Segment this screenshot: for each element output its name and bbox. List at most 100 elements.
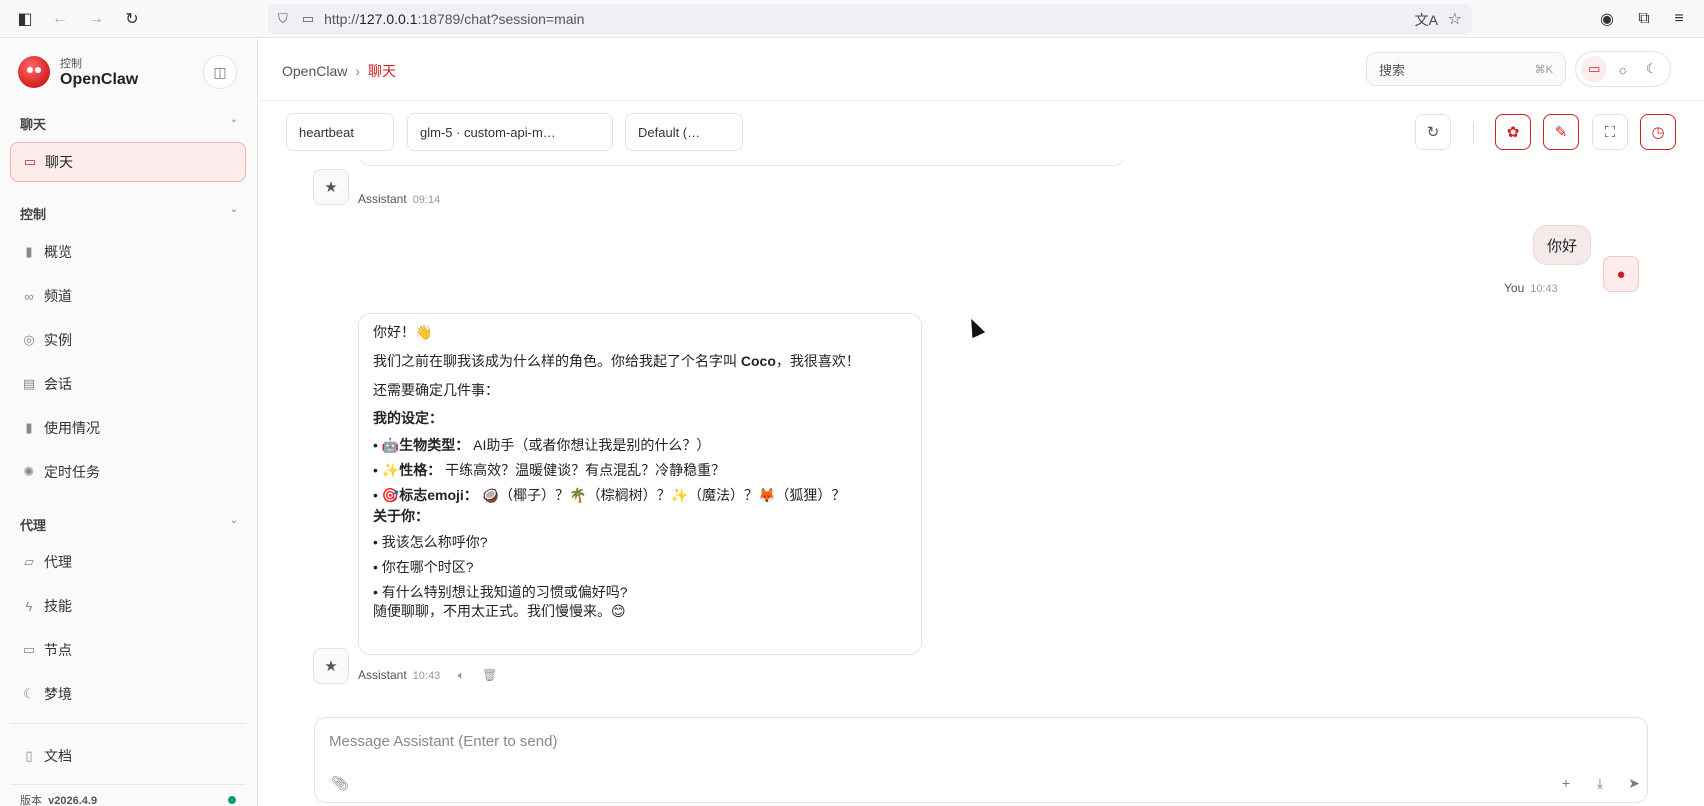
list-item: 🤖生物类型： AI助手（或者你想让我是别的什么？） bbox=[373, 437, 907, 454]
refresh-icon: ↻ bbox=[1426, 124, 1440, 141]
star-icon: ★ bbox=[324, 658, 338, 675]
sidebar: 控制 OpenClaw ◫ 聊天 ⌄ ▭ 聊天 控制 ⌄ ▮ 概览 ∞ 频道 ◎ 实例 ▤ 会… bbox=[0, 39, 258, 806]
sidebar-item-cron[interactable]: ✺ 定时任务 bbox=[10, 452, 246, 492]
message-composer: 📎︎ + ⤓ ➤ bbox=[314, 717, 1648, 803]
speaker-icon[interactable]: 🔈︎ bbox=[458, 668, 465, 682]
divider bbox=[1473, 122, 1474, 144]
message-meta: Assistant 09:14 bbox=[358, 192, 441, 206]
thinking-select[interactable]: Default (… bbox=[625, 113, 743, 151]
user-message-meta: You 10:43 bbox=[1504, 281, 1558, 295]
model-select[interactable]: glm-5 · custom-api-m… bbox=[407, 113, 613, 151]
bookmark-star-icon[interactable]: ☆ bbox=[1448, 9, 1462, 29]
version-info: 版本 v2026.4.9 bbox=[10, 784, 246, 806]
sidebar-item-skills[interactable]: ϟ 技能 bbox=[10, 586, 246, 626]
translate-icon[interactable]: 文A bbox=[1415, 10, 1438, 30]
url-text: http://127.0.0.1:18789/chat?session=main bbox=[324, 11, 585, 27]
moon-icon[interactable]: ☾ bbox=[1639, 56, 1665, 82]
book-icon: ▯ bbox=[25, 748, 33, 763]
send-icon[interactable]: ➤ bbox=[1623, 772, 1645, 794]
chevron-down-icon: ⌄ bbox=[229, 204, 238, 215]
list-item: 你在哪个时区? bbox=[373, 559, 907, 576]
sidebar-item-usage[interactable]: ▮ 使用情况 bbox=[10, 408, 246, 448]
collapse-sidebar-button[interactable]: ◫ bbox=[203, 55, 237, 89]
breadcrumb-current: 聊天 bbox=[368, 63, 397, 79]
questions-list: 我该怎么称呼你? 你在哪个时区? 有什么特别想让我知道的习惯或偏好吗? bbox=[373, 534, 907, 600]
brand-name: OpenClaw bbox=[60, 71, 139, 88]
page-icon: ▭ bbox=[301, 11, 315, 26]
star-icon: ★ bbox=[324, 179, 338, 196]
brain-button[interactable]: ✿ bbox=[1495, 114, 1531, 150]
focus-button[interactable]: ⛶ bbox=[1592, 114, 1628, 150]
sidebar-item-instances[interactable]: ◎ 实例 bbox=[10, 320, 246, 360]
sidebar-toggle-icon[interactable]: ◧ bbox=[14, 8, 36, 30]
sidebar-item-channels[interactable]: ∞ 频道 bbox=[10, 276, 246, 316]
main-header: OpenClaw › 聊天 搜索 ⌘K ▭ ☼ ☾ bbox=[258, 39, 1704, 101]
tools-button[interactable]: ✎ bbox=[1543, 114, 1579, 150]
sidebar-item-overview[interactable]: ▮ 概览 bbox=[10, 232, 246, 272]
monitor-icon: ▭ bbox=[22, 642, 36, 657]
broadcast-icon: ◎ bbox=[23, 332, 35, 347]
paperclip-icon[interactable]: 📎︎ bbox=[329, 772, 351, 794]
bar-chart-icon: ▮ bbox=[25, 420, 33, 435]
bar-chart-icon: ▮ bbox=[25, 244, 33, 259]
sidebar-item-agents[interactable]: ▱ 代理 bbox=[10, 542, 246, 582]
previous-message-bubble bbox=[358, 160, 1126, 166]
sidebar-item-docs[interactable]: ▯ 文档 bbox=[10, 736, 246, 776]
sidebar-item-sessions[interactable]: ▤ 会话 bbox=[10, 364, 246, 404]
divider bbox=[10, 723, 246, 724]
list-item: 有什么特别想让我知道的习惯或偏好吗? bbox=[373, 584, 907, 601]
account-icon[interactable]: ◉ bbox=[1596, 8, 1618, 30]
monitor-theme-icon[interactable]: ▭ bbox=[1581, 56, 1608, 82]
shortcut-hint: ⌘K bbox=[1534, 63, 1553, 76]
focus-icon: ⛶ bbox=[1604, 123, 1616, 141]
user-message-bubble: 你好 bbox=[1533, 225, 1591, 265]
reload-icon[interactable]: ↻ bbox=[121, 8, 143, 30]
menu-icon[interactable]: ≡ bbox=[1668, 8, 1690, 30]
sun-icon[interactable]: ☼ bbox=[1610, 56, 1636, 82]
folder-icon: ▱ bbox=[24, 554, 34, 569]
loader-icon: ✺ bbox=[23, 464, 35, 479]
chat-bubble-icon: ▭ bbox=[23, 154, 37, 169]
search-input[interactable]: 搜索 ⌘K bbox=[1366, 52, 1566, 86]
sidebar-item-nodes[interactable]: ▭ 节点 bbox=[10, 630, 246, 670]
brand[interactable]: 控制 OpenClaw bbox=[18, 55, 138, 89]
refresh-button[interactable]: ↻ bbox=[1415, 114, 1451, 150]
message-input[interactable] bbox=[329, 728, 1529, 754]
lightning-icon: ϟ bbox=[25, 598, 33, 614]
document-icon: ▤ bbox=[22, 376, 36, 391]
section-control[interactable]: 控制 ⌄ bbox=[20, 204, 238, 223]
clock-icon: ◷ bbox=[1651, 124, 1665, 141]
list-item: ✨性格： 干练高效？温暖健谈？有点混乱？冷静稳重？ bbox=[373, 462, 907, 479]
browser-toolbar: ◧ ← → ↻ ⛉ ▭ http://127.0.0.1:18789/chat?… bbox=[0, 0, 1704, 38]
chevron-down-icon: ⌄ bbox=[229, 515, 238, 526]
user-avatar: ● bbox=[1603, 256, 1639, 292]
brain-icon: ✿ bbox=[1506, 124, 1520, 141]
download-icon[interactable]: ⤓ bbox=[1589, 772, 1611, 794]
assistant-message-bubble: 你好！👋 我们之前在聊我该成为什么样的角色。你给我起了个名字叫 Coco，我很喜… bbox=[358, 313, 922, 655]
back-icon[interactable]: ← bbox=[49, 8, 71, 30]
session-select[interactable]: heartbeat bbox=[286, 113, 394, 151]
openclaw-logo-icon bbox=[18, 56, 50, 88]
assistant-avatar: ★ bbox=[313, 648, 349, 684]
section-agent[interactable]: 代理 ⌄ bbox=[20, 515, 238, 534]
extensions-icon[interactable]: ⧉ bbox=[1633, 8, 1655, 30]
brand-subtitle: 控制 bbox=[60, 58, 82, 70]
history-button[interactable]: ◷ bbox=[1640, 114, 1676, 150]
breadcrumb-root[interactable]: OpenClaw bbox=[282, 63, 347, 79]
theme-switcher: ▭ ☼ ☾ bbox=[1575, 51, 1671, 87]
list-item: 🎯标志emoji： 🥥（椰子）？🌴（棕榈树）？✨（魔法）？🦊（狐狸）？ bbox=[373, 487, 907, 504]
moon-icon: ☾ bbox=[23, 686, 35, 701]
sidebar-item-chat[interactable]: ▭ 聊天 bbox=[10, 142, 246, 182]
trash-icon[interactable]: 🗑︎ bbox=[482, 668, 497, 682]
section-chat[interactable]: 聊天 ⌄ bbox=[20, 114, 238, 133]
assistant-avatar: ★ bbox=[313, 169, 349, 205]
forward-icon[interactable]: → bbox=[85, 8, 107, 30]
list-item: 我该怎么称呼你? bbox=[373, 534, 907, 551]
wrench-icon: ✎ bbox=[1554, 124, 1568, 141]
sidebar-item-dreams[interactable]: ☾ 梦境 bbox=[10, 674, 246, 714]
breadcrumb: OpenClaw › 聊天 bbox=[282, 63, 397, 79]
settings-list: 🤖生物类型： AI助手（或者你想让我是别的什么？） ✨性格： 干练高效？温暖健谈… bbox=[373, 437, 907, 503]
message-meta: Assistant 10:43 🔈︎ 🗑︎ bbox=[358, 668, 498, 682]
plus-icon[interactable]: + bbox=[1555, 772, 1577, 794]
address-bar[interactable]: ⛉ ▭ http://127.0.0.1:18789/chat?session=… bbox=[268, 4, 1472, 34]
